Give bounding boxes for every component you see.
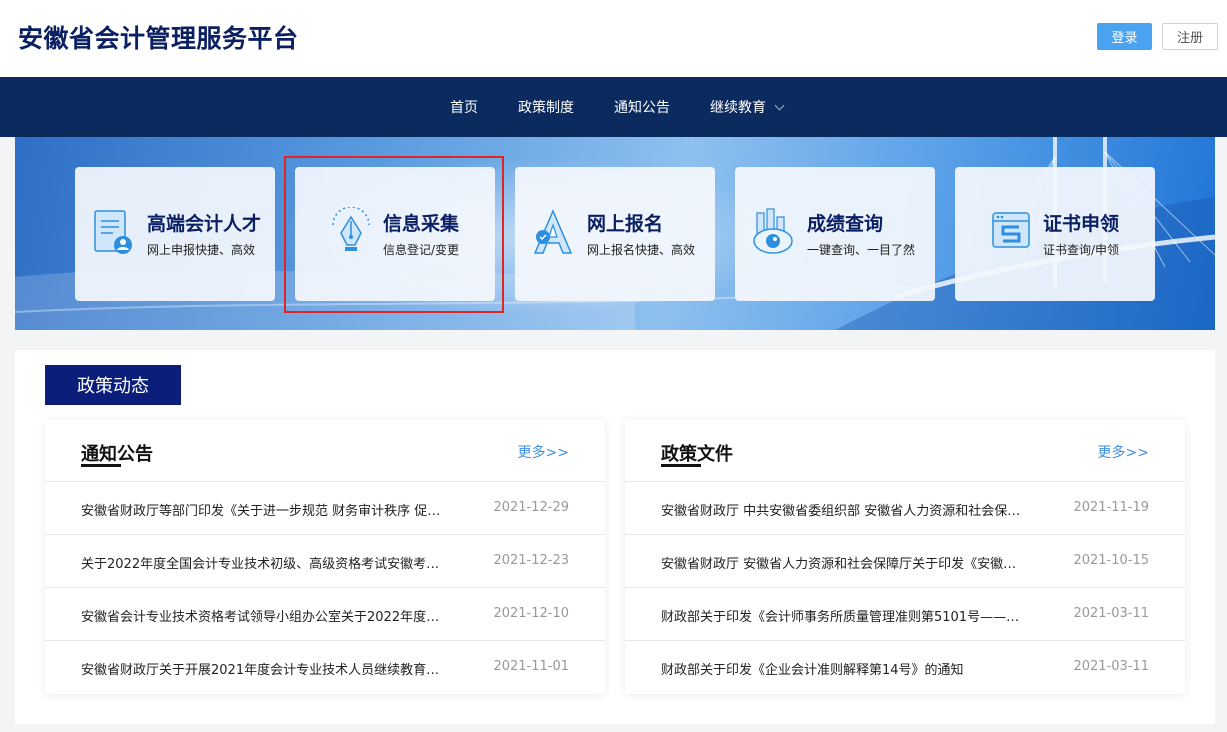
letter-a-icon [533,209,573,254]
card-subtitle: 网上申报快捷、高效 [147,243,256,257]
item-date: 2021-03-11 [1073,659,1149,674]
pen-nib-icon [332,207,370,251]
item-date: 2021-10-15 [1073,553,1149,568]
item-title: 安徽省会计专业技术资格考试领导小组办公室关于2022年度… [81,610,440,625]
item-date: 2021-12-23 [493,553,569,568]
card-subtitle: 网上报名快捷、高效 [587,243,696,257]
item-title: 安徽省财政厅 安徽省人力资源和社会保障厅关于印发《安徽… [661,557,1017,572]
item-title: 财政部关于印发《会计师事务所质量管理准则第5101号——… [661,610,1020,625]
card-subtitle: 信息登记/变更 [383,243,460,257]
panel-title: 政策文件 [661,444,733,465]
nav-item-label: 首页 [450,100,478,116]
nav-item-policy[interactable]: 政策制度 [518,97,574,117]
login-button[interactable]: 登录 [1097,23,1152,50]
policies-more-link[interactable]: 更多>> [1098,442,1149,462]
nav-item-label: 政策制度 [518,100,574,116]
title-underline [81,464,121,467]
list-item[interactable]: 安徽省会计专业技术资格考试领导小组办公室关于2022年度… 2021-12-10 [45,588,605,641]
item-title: 安徽省财政厅关于开展2021年度会计专业技术人员继续教育… [81,663,440,678]
notices-panel: 通知公告 更多>> 安徽省财政厅等部门印发《关于进一步规范 财务审计秩序 促… … [45,420,605,694]
policies-panel: 政策文件 更多>> 安徽省财政厅 中共安徽省委组织部 安徽省人力资源和社会保… … [625,420,1185,694]
register-button[interactable]: 注册 [1162,23,1218,50]
card-title: 信息采集 [383,213,460,235]
item-date: 2021-03-11 [1073,606,1149,621]
chart-eye-icon [753,208,793,254]
item-date: 2021-12-29 [493,500,569,515]
item-title: 财政部关于印发《企业会计准则解释第14号》的通知 [661,663,964,678]
nav-item-home[interactable]: 首页 [450,97,478,117]
panel-title: 通知公告 [81,444,153,465]
title-underline [661,464,701,467]
list-item[interactable]: 安徽省财政厅等部门印发《关于进一步规范 财务审计秩序 促… 2021-12-29 [45,482,605,535]
item-date: 2021-12-10 [493,606,569,621]
card-online-registration[interactable]: 网上报名 网上报名快捷、高效 [515,167,715,301]
item-title: 安徽省财政厅 中共安徽省委组织部 安徽省人力资源和社会保… [661,504,1021,519]
card-title: 成绩查询 [807,213,884,235]
card-subtitle: 证书查询/申领 [1043,243,1120,257]
card-info-collection[interactable]: 信息采集 信息登记/变更 [295,167,495,301]
list-item[interactable]: 安徽省财政厅关于开展2021年度会计专业技术人员继续教育… 2021-11-01 [45,641,605,694]
nav-item-label: 通知公告 [614,100,670,116]
list-item[interactable]: 关于2022年度全国会计专业技术初级、高级资格考试安徽考… 2021-12-23 [45,535,605,588]
card-subtitle: 一键查询、一目了然 [807,243,916,257]
card-score-query[interactable]: 成绩查询 一键查询、一目了然 [735,167,935,301]
nav-item-notices[interactable]: 通知公告 [614,97,670,117]
policy-news-section: 政策动态 通知公告 更多>> 安徽省财政厅等部门印发《关于进一步规范 财务审计秩… [15,350,1215,724]
card-title: 网上报名 [587,213,664,235]
site-title: 安徽省会计管理服务平台 [18,24,299,53]
card-title: 高端会计人才 [147,213,262,235]
list-item[interactable]: 安徽省财政厅 中共安徽省委组织部 安徽省人力资源和社会保… 2021-11-19 [625,482,1185,535]
item-date: 2021-11-19 [1073,500,1149,515]
main-nav: 首页 政策制度 通知公告 继续教育 [0,77,1227,137]
card-certificate[interactable]: 证书申领 证书查询/申领 [955,167,1155,301]
item-title: 安徽省财政厅等部门印发《关于进一步规范 财务审计秩序 促… [81,504,441,519]
item-title: 关于2022年度全国会计专业技术初级、高级资格考试安徽考… [81,557,440,572]
list-item[interactable]: 财政部关于印发《会计师事务所质量管理准则第5101号——… 2021-03-11 [625,588,1185,641]
certificate-icon [992,212,1030,248]
site-header: 安徽省会计管理服务平台 登录 注册 [0,0,1227,77]
notices-more-link[interactable]: 更多>> [518,442,569,462]
nav-item-education[interactable]: 继续教育 [710,97,785,117]
card-title: 证书申领 [1043,213,1120,235]
chevron-down-icon [774,100,785,111]
card-senior-accountant[interactable]: 高端会计人才 网上申报快捷、高效 [75,167,275,301]
nav-item-label: 继续教育 [710,100,766,116]
item-date: 2021-11-01 [493,659,569,674]
list-item[interactable]: 财政部关于印发《企业会计准则解释第14号》的通知 2021-03-11 [625,641,1185,694]
section-tag: 政策动态 [45,365,181,405]
document-person-icon [94,210,132,254]
list-item[interactable]: 安徽省财政厅 安徽省人力资源和社会保障厅关于印发《安徽… 2021-10-15 [625,535,1185,588]
